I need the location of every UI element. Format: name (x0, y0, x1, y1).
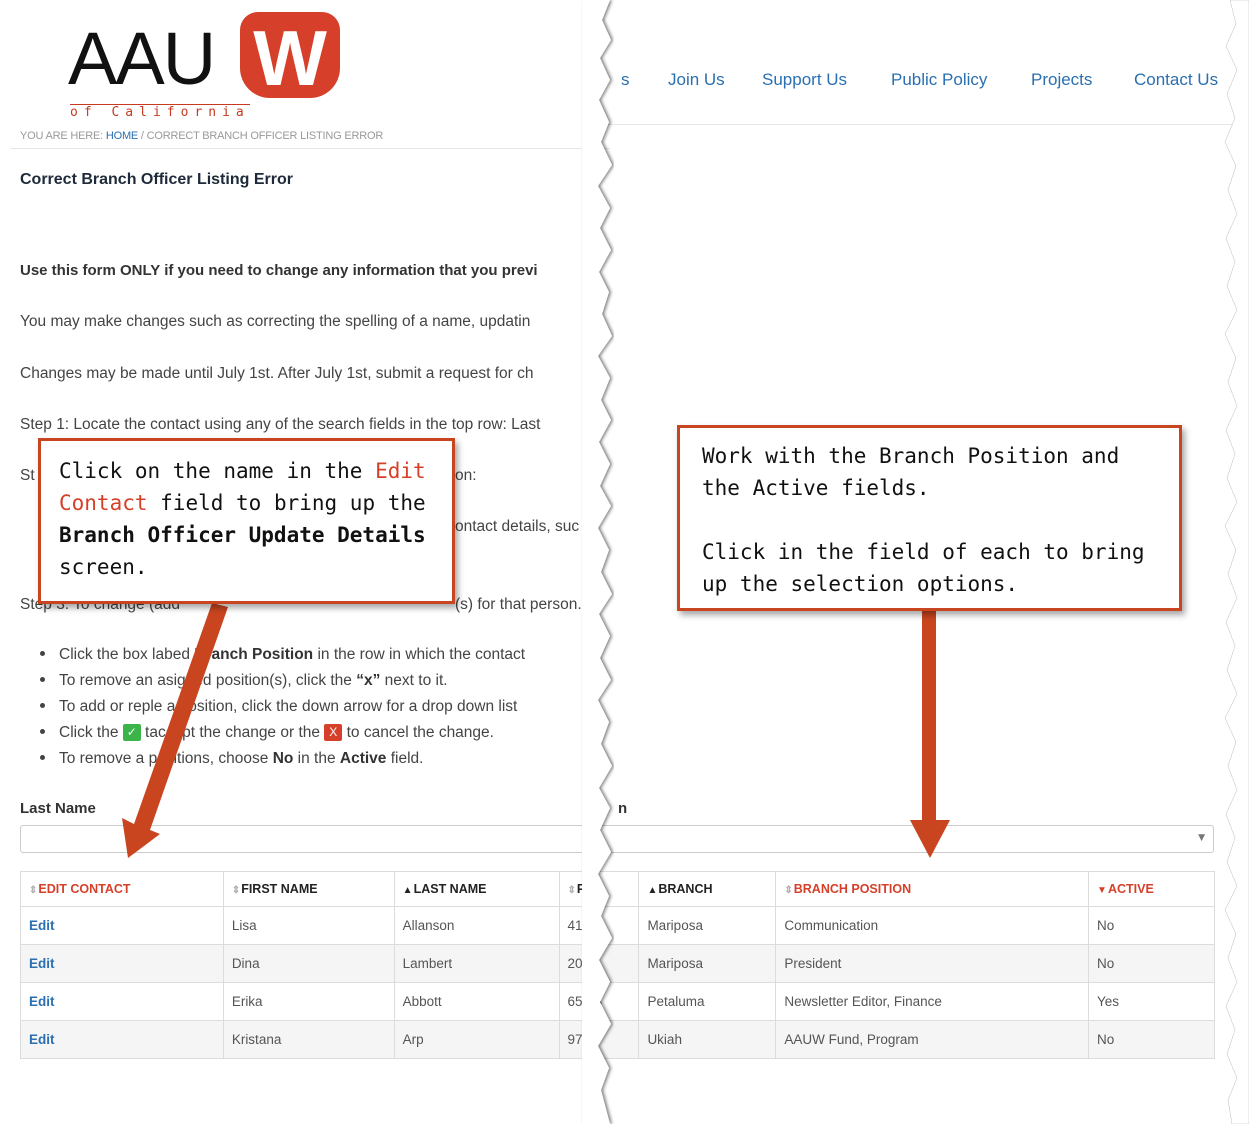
cell-branch: Petaluma (638, 982, 777, 1021)
sort-icon: ⇕ (29, 885, 38, 896)
last-name-label: Last Name (20, 800, 96, 817)
cell-last-name: Lambert (393, 944, 560, 983)
nav-contact-us[interactable]: Contact Us (1134, 70, 1218, 90)
cell-last-name: Arp (393, 1020, 560, 1059)
col-first-name[interactable]: ⇕FIRST NAME (222, 871, 395, 907)
check-icon: ✓ (122, 724, 141, 741)
list-item: Click the box labed Branch Position in t… (20, 646, 525, 672)
nav-support-us[interactable]: Support Us (762, 70, 847, 90)
instruction-list: Click the box labed Branch Position in t… (20, 646, 525, 776)
cell-active[interactable]: No (1088, 944, 1215, 983)
cell-branch: Mariposa (638, 944, 777, 983)
list-item: To remove an asigned position(s), click … (20, 672, 525, 698)
intro-bold-text: Use this form ONLY if you need to change… (20, 262, 538, 279)
col-branch[interactable]: ▲BRANCH (638, 871, 777, 907)
step-2-start: St (20, 467, 35, 484)
callout-branch-position-active: Work with the Branch Position and the Ac… (677, 425, 1182, 611)
cell-active[interactable]: Yes (1088, 982, 1215, 1021)
breadcrumb-separator: / (140, 130, 144, 142)
para-2: Changes may be made until July 1st. Afte… (20, 365, 534, 382)
cell-first-name: Lisa (222, 906, 395, 945)
sort-desc-icon: ▼ (1097, 885, 1107, 896)
table-row: Edit Erika Abbott 650-8 Petaluma Newslet… (20, 982, 1215, 1021)
cell-branch-position[interactable]: President (775, 944, 1090, 983)
breadcrumb: YOU ARE HERE: HOME / CORRECT BRANCH OFFI… (20, 130, 383, 142)
torn-edge-middle (582, 0, 612, 1124)
breadcrumb-prefix: YOU ARE HERE: (20, 130, 103, 142)
sort-icon: ⇕ (231, 885, 241, 896)
edit-link[interactable]: Edit (20, 944, 224, 983)
cell-first-name: Dina (222, 944, 395, 983)
edit-link[interactable]: Edit (20, 982, 224, 1021)
cell-branch-position[interactable]: AAUW Fund, Program (775, 1020, 1090, 1059)
logo-subtitle: of California (70, 104, 250, 120)
table-row: Edit Dina Lambert 209- Mariposa Presiden… (20, 944, 1215, 983)
list-item: To remove a positions, choose No in the … (20, 750, 525, 776)
edit-link[interactable]: Edit (20, 906, 224, 945)
list-item: Click the ✓ taccept the change or the X … (20, 724, 525, 750)
torn-edge-right (1224, 0, 1249, 1124)
step-2-end: on: (455, 467, 477, 484)
breadcrumb-home-link[interactable]: HOME (106, 130, 138, 142)
chevron-down-icon: ▼ (1198, 833, 1205, 843)
para-1: You may make changes such as correcting … (20, 313, 531, 330)
cell-branch: Mariposa (638, 906, 777, 945)
sort-icon: ⇕ (784, 885, 793, 896)
table-header-row: ⇕EDIT CONTACT ⇕FIRST NAME ▲LAST NAME ⇕PH… (20, 871, 1215, 907)
cell-branch-position[interactable]: Newsletter Editor, Finance (775, 982, 1090, 1021)
logo-w-mark: W (240, 12, 340, 102)
col-last-name[interactable]: ▲LAST NAME (393, 871, 560, 907)
cell-branch-position[interactable]: Communication (775, 906, 1090, 945)
col-active[interactable]: ▼ACTIVE (1088, 871, 1215, 907)
callout-line-2: Click in the field of each to bring up t… (702, 540, 1145, 596)
nav-projects[interactable]: Projects (1031, 70, 1092, 90)
callout-edit-contact: Click on the name in the Edit Contact fi… (38, 438, 455, 604)
logo-aau-text: AAU (68, 17, 216, 100)
step-3-end: (s) for that person. (455, 596, 582, 613)
breadcrumb-current: CORRECT BRANCH OFFICER LISTING ERROR (146, 130, 384, 142)
last-name-filter-select[interactable]: ▼ (20, 825, 1214, 853)
list-item: To add or reple a position, click the do… (20, 698, 525, 724)
sort-asc-icon: ▲ (647, 885, 658, 896)
branch-officer-table: ⇕EDIT CONTACT ⇕FIRST NAME ▲LAST NAME ⇕PH… (20, 871, 1215, 1059)
col-edit-contact[interactable]: ⇕EDIT CONTACT (20, 871, 224, 907)
cell-last-name: Abbott (393, 982, 560, 1021)
sort-asc-icon: ▲ (402, 885, 413, 896)
callout-line-1: Work with the Branch Position and the Ac… (702, 444, 1120, 500)
page-title: Correct Branch Officer Listing Error (20, 171, 293, 188)
cell-first-name: Erika (222, 982, 395, 1021)
cell-last-name: Allanson (393, 906, 560, 945)
nav-join-us[interactable]: Join Us (668, 70, 725, 90)
cell-first-name: Kristana (222, 1020, 395, 1059)
arrow-right-shaft (922, 608, 936, 822)
cancel-x-icon: X (324, 724, 343, 741)
sort-icon: ⇕ (567, 885, 576, 896)
edit-link[interactable]: Edit (20, 1020, 224, 1059)
position-label-tail: n (618, 800, 628, 817)
table-row: Edit Kristana Arp 973- Ukiah AAUW Fund, … (20, 1020, 1215, 1059)
col-branch-position[interactable]: ⇕BRANCH POSITION (775, 871, 1090, 907)
cell-active[interactable]: No (1088, 1020, 1215, 1059)
cell-branch: Ukiah (638, 1020, 777, 1059)
table-row: Edit Lisa Allanson 415- Mariposa Communi… (20, 906, 1215, 945)
cell-active[interactable]: No (1088, 906, 1215, 945)
header-divider (600, 124, 1240, 125)
breadcrumb-divider (10, 148, 610, 149)
step-1-text: Step 1: Locate the contact using any of … (20, 416, 541, 433)
step-2b-end: ontact details, suc (455, 518, 580, 535)
nav-item-partial[interactable]: s (621, 70, 630, 90)
nav-public-policy[interactable]: Public Policy (891, 70, 987, 90)
